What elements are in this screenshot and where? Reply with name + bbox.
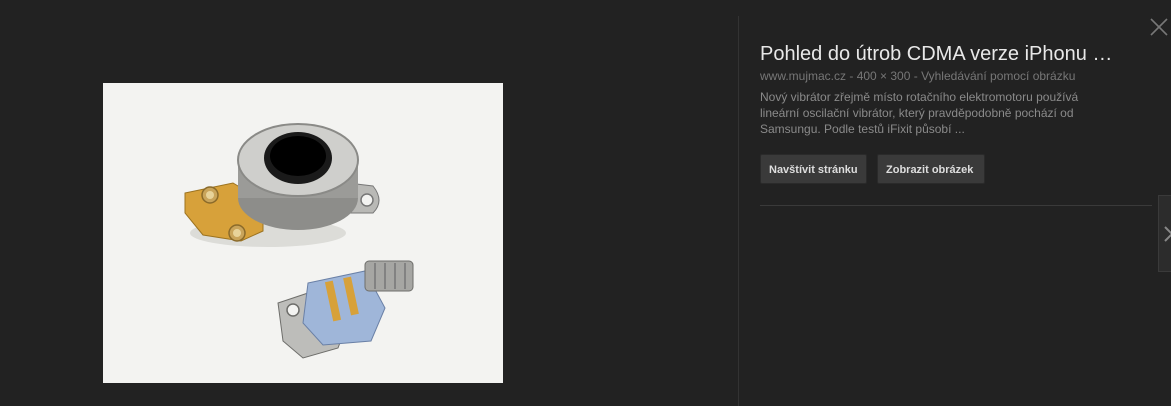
next-result-button[interactable] — [1158, 195, 1171, 272]
visit-page-button[interactable]: Navštívit stránku — [760, 154, 867, 184]
vibrator-motors-photo — [103, 83, 503, 383]
meta-separator: - — [846, 69, 857, 83]
search-by-image-link[interactable]: Vyhledávání pomocí obrázku — [921, 69, 1075, 83]
preview-image[interactable] — [103, 83, 503, 383]
panel-divider — [738, 16, 739, 406]
close-icon — [1150, 18, 1168, 36]
section-divider — [760, 205, 1152, 206]
result-description: Nový vibrátor zřejmě místo rotačního ele… — [760, 90, 1079, 136]
source-domain-link[interactable]: www.mujmac.cz — [760, 69, 846, 83]
chevron-right-icon — [1164, 226, 1171, 242]
view-image-button[interactable]: Zobrazit obrázek — [877, 154, 985, 184]
result-title[interactable]: Pohled do útrob CDMA verze iPhonu … — [760, 40, 1155, 68]
result-meta: www.mujmac.cz - 400 × 300 - Vyhledávání … — [760, 68, 1075, 84]
meta-separator: - — [910, 69, 922, 83]
image-dimensions: 400 × 300 — [856, 69, 911, 83]
close-button[interactable] — [1148, 16, 1170, 38]
image-preview-panel: Pohled do útrob CDMA verze iPhonu … www.… — [0, 0, 1171, 406]
